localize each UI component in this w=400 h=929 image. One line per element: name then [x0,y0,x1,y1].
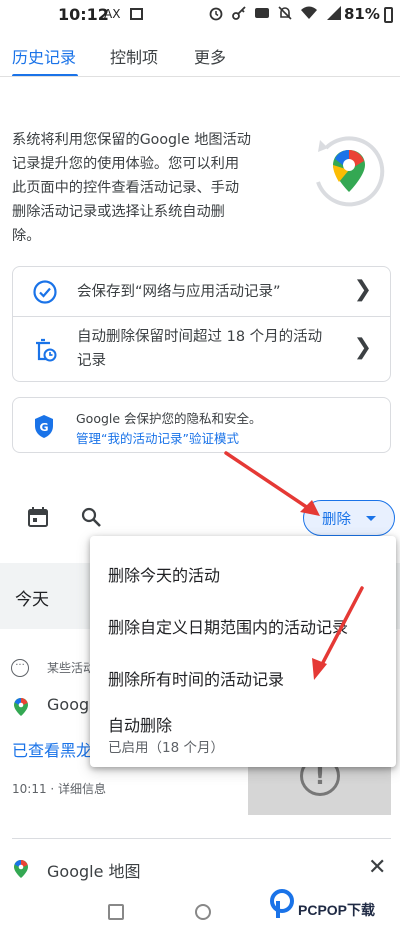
menu-item-auto-delete[interactable]: 自动删除 已启用（18 个月） [90,708,396,767]
tab-bar: 历史记录 控制项 更多 [0,44,400,74]
chevron-right-icon: ❯ [353,335,372,360]
auto-delete-label: 自动删除保留时间超过 18 个月的活动 记录 [77,325,349,373]
svg-text:G: G [39,421,48,434]
search-icon[interactable] [80,506,102,528]
image-icon [130,8,143,20]
maps-pin-icon [14,860,28,878]
maps-pin-icon [14,698,28,716]
menu-item-delete-all-time[interactable]: 删除所有时间的活动记录 [90,656,396,708]
menu-item-delete-custom-range[interactable]: 删除自定义日期范围内的活动记录 [90,600,396,656]
menu-item-label: 自动删除 [108,716,173,735]
status-bar: 10:12 AX 81% [0,0,400,30]
date-header-label: 今天 [15,590,49,610]
activity-app-name: Goog [47,695,90,714]
watermark-logo-icon [270,889,294,918]
status-ax: AX [104,7,121,21]
menu-item-label: 删除所有时间的活动记录 [108,670,285,689]
privacy-text: Google 会保护您的隐私和安全。 [76,411,262,426]
intro-line: 记录提升您的使用体验。您可以利用 [12,156,240,172]
tab-history[interactable]: 历史记录 [12,44,76,68]
tab-controls[interactable]: 控制项 [110,44,158,68]
maps-history-illustration [316,136,385,207]
auto-delete-icon [36,338,57,362]
activity-meta[interactable]: 10:11 · 详细信息 [12,780,106,797]
key-icon [232,6,246,20]
watermark-text: PCPOP下载 [298,902,376,918]
alarm-icon [209,7,223,21]
wifi-icon [301,6,317,19]
status-time: 10:12 [58,5,109,24]
auto-delete-line2: 记录 [77,353,106,369]
auto-delete-line1: 自动删除保留时间超过 18 个月的活动 [77,329,323,345]
auto-delete-row[interactable]: 自动删除保留时间超过 18 个月的活动 记录 ❯ [13,317,390,381]
mute-icon [278,6,292,20]
recents-nav-button[interactable] [108,904,124,920]
battery-level: 81% [344,5,380,23]
menu-item-delete-today[interactable]: 删除今天的活动 [90,536,396,600]
intro-line: 除。 [12,228,41,244]
intro-line: 此页面中的控件查看活动记录、手动 [12,180,240,196]
google-shield-icon: G [35,415,53,438]
menu-item-sublabel: 已启用（18 个月） [108,740,224,756]
activity-settings-card: 会保存到“网络与应用活动记录” ❯ 自动删除保留时间超过 18 个月的活动 记录… [12,266,391,382]
annotation-arrow [224,451,316,514]
intro-text: 系统将利用您保留的Google 地图活动 记录提升您的使用体验。您可以利用 此页… [12,128,294,248]
delete-dropdown-menu: 删除今天的活动 删除自定义日期范围内的活动记录 删除所有时间的活动记录 自动删除… [90,536,396,767]
check-circle-icon [33,280,57,304]
intro-line: 系统将利用您保留的Google 地图活动 [12,132,251,148]
some-activity-label: 某些活动 [47,661,96,675]
more-horiz-icon: ··· [11,659,29,677]
delete-button-label: 删除 [322,511,351,528]
intro-line: 删除活动记录或选择让系统自动删 [12,204,225,220]
manage-verification-link[interactable]: 管理“我的活动记录”验证模式 [76,428,239,447]
battery-icon [384,7,393,23]
volte-icon [255,8,269,18]
web-app-activity-row[interactable]: 会保存到“网络与应用活动记录” ❯ [13,267,390,317]
tab-divider [0,76,400,77]
delete-button[interactable]: 删除 [303,500,395,536]
caret-down-icon [366,516,376,521]
menu-item-label: 删除今天的活动 [108,566,221,585]
menu-item-label: 删除自定义日期范围内的活动记录 [108,618,349,637]
tab-more[interactable]: 更多 [194,44,226,68]
calendar-icon[interactable] [27,506,49,528]
chevron-right-icon: ❯ [353,277,372,302]
signal-icon [327,6,341,20]
close-icon[interactable]: ✕ [368,855,386,880]
list-divider [12,838,391,839]
privacy-card: G Google 会保护您的隐私和安全。 管理“我的活动记录”验证模式 [12,397,391,453]
activity-app-name: Google 地图 [47,862,141,881]
status-icons [208,5,343,21]
watermark: PCPOP下载 [268,886,398,926]
web-app-activity-label: 会保存到“网络与应用活动记录” [77,284,281,300]
home-nav-button[interactable] [195,904,211,920]
activity-title-link[interactable]: 已查看黑龙 [12,737,92,761]
